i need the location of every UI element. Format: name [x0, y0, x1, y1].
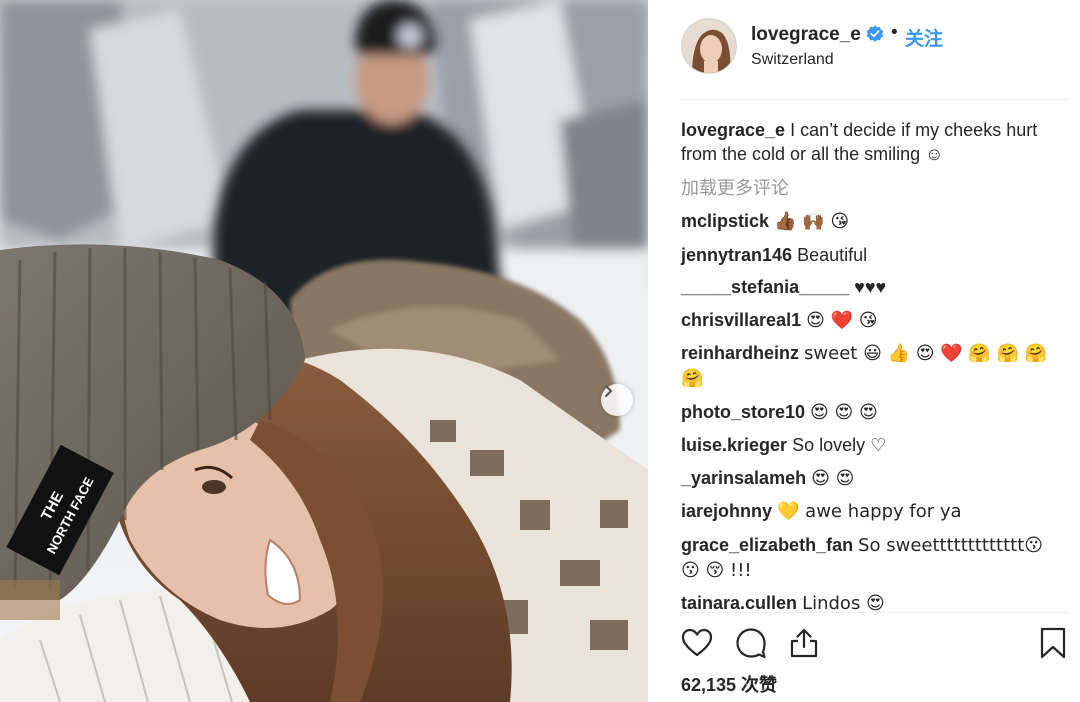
- comment-text: 😍 😍: [811, 467, 855, 489]
- comment-text: Lindos 😍: [802, 593, 885, 614]
- avatar[interactable]: [681, 18, 737, 74]
- verified-badge-icon: [866, 25, 884, 42]
- comment-text: 😍 😍 😍: [810, 401, 878, 423]
- comment-bubble-icon[interactable]: [735, 627, 767, 659]
- post-caption: lovegrace_e I can’t decide if my cheeks …: [681, 118, 1051, 166]
- post-header: lovegrace_e • 关注 Switzerland: [681, 18, 1069, 100]
- comment-text: ♥♥♥: [854, 277, 887, 297]
- caption-username[interactable]: lovegrace_e: [681, 120, 785, 140]
- post-photo-image: THE NORTH FACE: [0, 0, 648, 702]
- chevron-right-icon: [605, 385, 613, 397]
- separator-dot: •: [891, 22, 898, 43]
- comments-list: lovegrace_e I can’t decide if my cheeks …: [681, 118, 1051, 625]
- share-icon[interactable]: [788, 627, 820, 659]
- comment-text: 💛 awe happy for ya: [777, 501, 962, 522]
- comment-username[interactable]: luise.krieger: [681, 435, 787, 455]
- post-actions-bar: 62,135 次赞: [681, 612, 1069, 702]
- post-side-panel: lovegrace_e • 关注 Switzerland lovegrace_e…: [648, 0, 1080, 702]
- comment-row: reinhardheinz sweet 😃 👍 😍 ❤️ 🤗 🤗 🤗 🤗: [681, 341, 1051, 391]
- comment-username[interactable]: mclipstick: [681, 211, 769, 231]
- comment-row: photo_store10 😍 😍 😍: [681, 400, 1051, 425]
- comment-row: chrisvillareal1 😍 ❤️ 😘: [681, 308, 1051, 333]
- comment-username[interactable]: photo_store10: [681, 402, 805, 422]
- comment-text: Beautiful: [797, 244, 868, 265]
- post-photo: THE NORTH FACE: [0, 0, 648, 702]
- post-username[interactable]: lovegrace_e: [751, 24, 861, 46]
- follow-button[interactable]: 关注: [905, 24, 943, 51]
- comment-row: luise.krieger So lovely ♡: [681, 433, 1051, 457]
- load-more-comments-link[interactable]: 加载更多评论: [681, 176, 1051, 200]
- heart-icon[interactable]: [681, 627, 713, 659]
- comment-row: grace_elizabeth_fan So sweettttttttttttt…: [681, 533, 1051, 583]
- comment-text: 👍🏾 🙌🏾 😘: [774, 211, 850, 232]
- comment-username[interactable]: tainara.cullen: [681, 593, 797, 613]
- post-location[interactable]: Switzerland: [751, 51, 834, 69]
- comment-row: mclipstick 👍🏾 🙌🏾 😘: [681, 209, 1051, 234]
- comment-username[interactable]: jennytran146: [681, 245, 792, 265]
- comment-text: 😍 ❤️ 😘: [806, 309, 878, 331]
- comment-row: _____stefania_____ ♥♥♥: [681, 275, 1051, 299]
- comment-username[interactable]: reinhardheinz: [681, 343, 799, 363]
- avatar-image: [682, 19, 736, 73]
- comment-row: jennytran146 Beautiful: [681, 243, 1051, 267]
- comment-username[interactable]: _yarinsalameh: [681, 468, 806, 488]
- next-photo-button[interactable]: [601, 384, 633, 416]
- comment-text: So lovely ♡: [792, 435, 887, 455]
- likes-count[interactable]: 62,135 次赞: [681, 671, 777, 697]
- comment-row: iarejohnny 💛 awe happy for ya: [681, 499, 1051, 524]
- comment-username[interactable]: iarejohnny: [681, 501, 772, 521]
- comment-username[interactable]: grace_elizabeth_fan: [681, 535, 853, 555]
- bookmark-icon[interactable]: [1037, 627, 1069, 659]
- comment-row: _yarinsalameh 😍 😍: [681, 466, 1051, 491]
- comment-username[interactable]: chrisvillareal1: [681, 310, 801, 330]
- comment-username[interactable]: _____stefania_____: [681, 277, 849, 297]
